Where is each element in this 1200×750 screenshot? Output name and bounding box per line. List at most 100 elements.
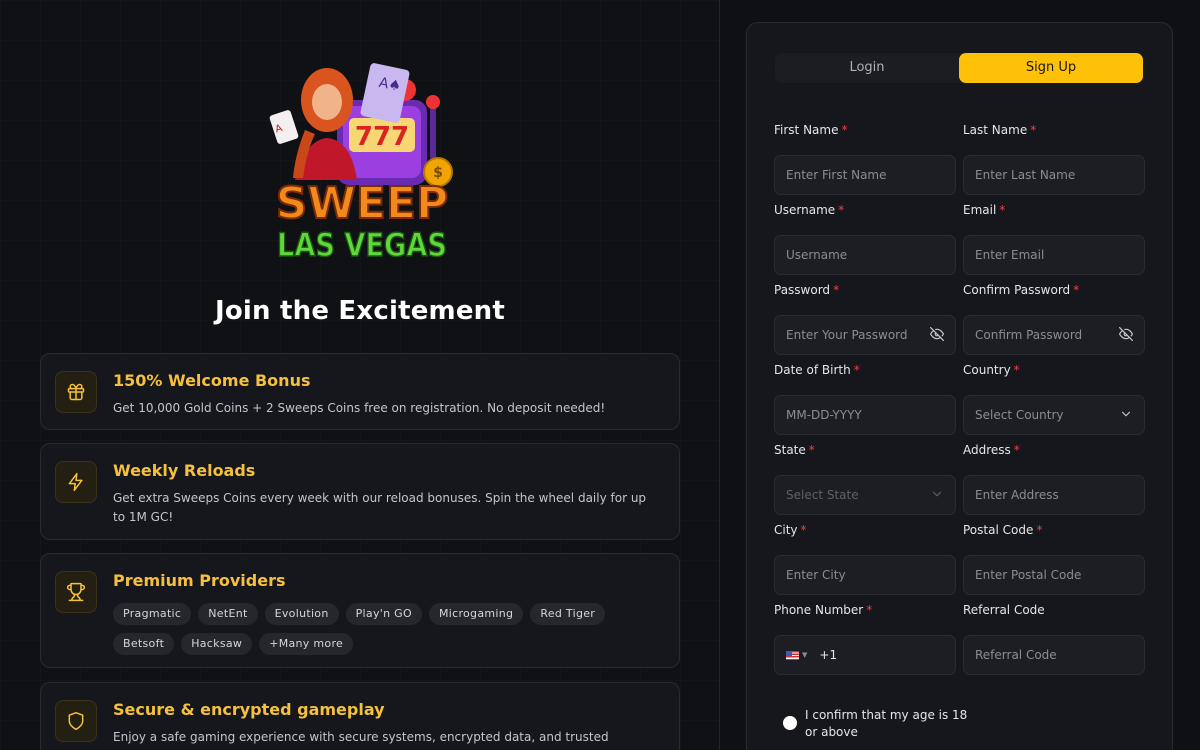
- feature-title: 150% Welcome Bonus: [113, 371, 311, 390]
- field-label: City *: [774, 523, 807, 537]
- tab-sign-up[interactable]: Sign Up: [959, 53, 1143, 83]
- logo-las-vegas-text: LAS VEGAS: [277, 226, 447, 264]
- referral-code-input[interactable]: Referral Code: [963, 635, 1145, 675]
- field-label: First Name *: [774, 123, 848, 137]
- page-headline: Join the Excitement: [214, 296, 506, 326]
- field-label: Postal Code *: [963, 523, 1043, 537]
- username-group: Username * Username: [774, 203, 956, 275]
- input-placeholder: Enter City: [786, 568, 846, 582]
- dob-group: Date of Birth * MM-DD-YYYY: [774, 363, 956, 435]
- provider-chip: NetEnt: [198, 603, 258, 625]
- feature-card-weekly-reloads: Weekly Reloads Get extra Sweeps Coins ev…: [40, 443, 680, 540]
- phone-group: Phone Number * ▼ +1: [774, 603, 956, 675]
- eye-off-icon[interactable]: [930, 326, 944, 344]
- required-mark: *: [1036, 523, 1043, 537]
- city-input[interactable]: Enter City: [774, 555, 956, 595]
- phone-country-code: +1: [819, 648, 838, 662]
- required-mark: *: [841, 123, 848, 137]
- sweep-las-vegas-logo: 777 A♠ A $ SWEEP LAS VEGAS: [265, 60, 460, 265]
- caret-down-icon: ▼: [802, 651, 808, 659]
- feature-description: Get 10,000 Gold Coins + 2 Sweeps Coins f…: [113, 401, 606, 415]
- postal-code-group: Postal Code * Enter Postal Code: [963, 523, 1145, 595]
- required-mark: *: [838, 203, 845, 217]
- chevron-down-icon: [930, 487, 944, 504]
- feature-card-welcome-bonus: 150% Welcome Bonus Get 10,000 Gold Coins…: [40, 353, 680, 430]
- confirm-password-input[interactable]: Confirm Password: [963, 315, 1145, 355]
- city-group: City * Enter City: [774, 523, 956, 595]
- shield-icon: [55, 700, 97, 742]
- age-confirm-row: I confirm that my age is 18 or above: [783, 707, 983, 741]
- required-mark: *: [853, 363, 860, 377]
- chevron-down-icon: [1119, 407, 1133, 424]
- input-placeholder: Enter Email: [975, 248, 1045, 262]
- field-label: Country *: [963, 363, 1020, 377]
- input-placeholder: Enter Postal Code: [975, 568, 1082, 582]
- input-placeholder: Confirm Password: [975, 328, 1083, 342]
- provider-chip: Microgaming: [428, 603, 524, 625]
- logo-reels-text: 777: [355, 122, 409, 152]
- input-placeholder: Enter Address: [975, 488, 1059, 502]
- confirm-password-group: Confirm Password * Confirm Password: [963, 283, 1145, 355]
- select-placeholder: Select Country: [975, 408, 1064, 422]
- required-mark: *: [1013, 363, 1020, 377]
- provider-chip-more: +Many more: [259, 633, 354, 655]
- state-group: State * Select State: [774, 443, 956, 515]
- provider-chip: Betsoft: [113, 633, 175, 655]
- address-group: Address * Enter Address: [963, 443, 1145, 515]
- provider-chip: Play'n GO: [345, 603, 422, 625]
- postal-code-input[interactable]: Enter Postal Code: [963, 555, 1145, 595]
- required-mark: *: [999, 203, 1006, 217]
- provider-chip: Evolution: [264, 603, 339, 625]
- last-name-input[interactable]: Enter Last Name: [963, 155, 1145, 195]
- required-mark: *: [866, 603, 873, 617]
- email-input[interactable]: Enter Email: [963, 235, 1145, 275]
- country-code-selector[interactable]: ▼: [786, 650, 808, 660]
- required-mark: *: [833, 283, 840, 297]
- tab-login[interactable]: Login: [775, 53, 959, 83]
- dob-input[interactable]: MM-DD-YYYY: [774, 395, 956, 435]
- address-input[interactable]: Enter Address: [963, 475, 1145, 515]
- first-name-input[interactable]: Enter First Name: [774, 155, 956, 195]
- field-label: Referral Code: [963, 603, 1045, 617]
- required-mark: *: [1013, 443, 1020, 457]
- required-mark: *: [1073, 283, 1080, 297]
- provider-chip: Pragmatic: [113, 603, 192, 625]
- feature-description: Enjoy a safe gaming experience with secu…: [113, 730, 609, 750]
- age-confirm-label: I confirm that my age is 18 or above: [805, 708, 968, 739]
- country-select[interactable]: Select Country: [963, 395, 1145, 435]
- provider-chip: Red Tiger: [530, 603, 606, 625]
- input-placeholder: Referral Code: [975, 648, 1057, 662]
- last-name-group: Last Name * Enter Last Name: [963, 123, 1145, 195]
- promo-panel: 777 A♠ A $ SWEEP LAS VEGAS Join the Exci…: [0, 0, 720, 750]
- select-placeholder: Select State: [786, 488, 859, 502]
- input-placeholder: MM-DD-YYYY: [786, 408, 862, 422]
- input-placeholder: Username: [786, 248, 848, 262]
- feature-title: Weekly Reloads: [113, 461, 256, 480]
- country-group: Country * Select Country: [963, 363, 1145, 435]
- field-label: Date of Birth *: [774, 363, 860, 377]
- password-input[interactable]: Enter Your Password: [774, 315, 956, 355]
- gift-icon: [55, 371, 97, 413]
- age-confirm-radio[interactable]: [783, 716, 797, 730]
- email-group: Email * Enter Email: [963, 203, 1145, 275]
- logo-illustration: 777 A♠ A $ SWEEP LAS VEGAS: [269, 63, 453, 265]
- feature-description: Get extra Sweeps Coins every week with o…: [113, 491, 647, 524]
- lightning-icon: [55, 461, 97, 503]
- password-group: Password * Enter Your Password: [774, 283, 956, 355]
- us-flag-icon: [786, 650, 799, 660]
- required-mark: *: [808, 443, 815, 457]
- state-select[interactable]: Select State: [774, 475, 956, 515]
- input-placeholder: Enter Last Name: [975, 168, 1076, 182]
- field-label: Password *: [774, 283, 840, 297]
- trophy-icon: [55, 571, 97, 613]
- input-placeholder: Enter First Name: [786, 168, 887, 182]
- feature-card-premium-providers: Premium Providers Pragmatic NetEnt Evolu…: [40, 553, 680, 668]
- eye-off-icon[interactable]: [1119, 326, 1133, 344]
- required-mark: *: [800, 523, 807, 537]
- username-input[interactable]: Username: [774, 235, 956, 275]
- feature-title: Secure & encrypted gameplay: [113, 700, 385, 719]
- field-label: Address *: [963, 443, 1020, 457]
- required-mark: *: [1030, 123, 1037, 137]
- signup-form-card: Login Sign Up First Name * Enter First Na…: [746, 22, 1173, 750]
- phone-input[interactable]: ▼ +1: [774, 635, 956, 675]
